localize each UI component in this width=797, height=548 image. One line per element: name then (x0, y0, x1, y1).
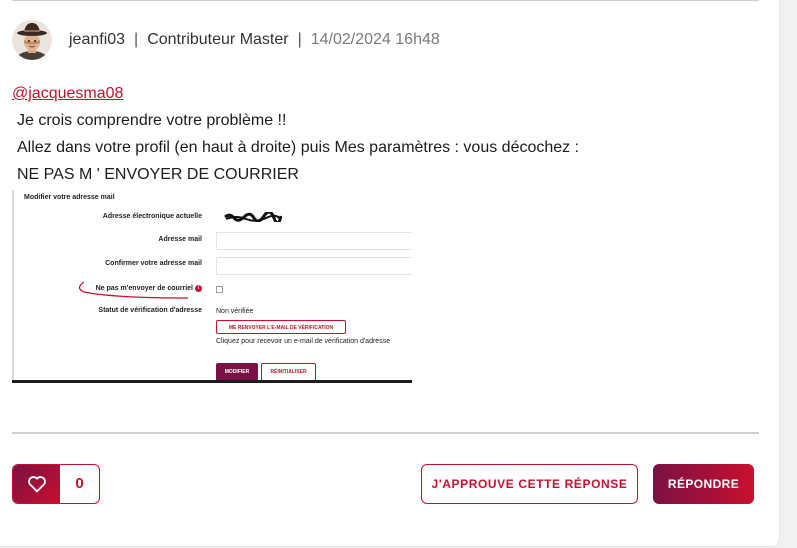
meta-separator: | (297, 31, 302, 48)
reply-button[interactable]: RÉPONDRE (653, 464, 754, 504)
email-label: Adresse mail (158, 236, 202, 243)
email-field (216, 232, 412, 250)
screenshot-left-border (12, 190, 14, 380)
post-timestamp: 14/02/2024 16h48 (310, 31, 440, 48)
heart-icon (27, 476, 46, 493)
reply-card: jeanfi03 | Contributeur Master | 14/02/2024 … (0, 0, 780, 547)
screenshot-heading: Modifier votre adresse mail (24, 194, 115, 201)
like-count: 0 (75, 475, 84, 492)
resend-help-text: Cliquez pour recevoir un e-mail de vérif… (216, 338, 391, 345)
redaction-scribble (224, 212, 282, 222)
avatar[interactable] (12, 20, 52, 60)
confirm-email-label: Confirmer votre adresse mail (105, 260, 202, 267)
actions-divider (12, 432, 759, 434)
post-line-1: Je crois comprendre votre problème !! (17, 112, 287, 129)
post-line-3: NE PAS M ' ENVOYER DE COURRIER (17, 166, 299, 183)
confirm-email-field (216, 257, 412, 275)
approve-answer-button[interactable]: J'APPROUVE CETTE RÉPONSE (421, 464, 638, 504)
like-button[interactable] (13, 465, 60, 503)
reset-button: RÉINITIALISER (261, 363, 316, 381)
screenshot-bottom-border (12, 380, 412, 383)
resend-verification-button: ME RENVOYER L'E-MAIL DE VÉRIFICATION (216, 320, 346, 334)
post-line-2: Allez dans votre profil (en haut à droit… (17, 139, 580, 156)
no-mail-checkbox (216, 286, 223, 293)
author-rank: Contributeur Master (147, 31, 289, 48)
top-divider (12, 0, 759, 1)
author-name[interactable]: jeanfi03 (69, 31, 125, 48)
verification-status-label: Statut de vérification d'adresse (98, 307, 202, 314)
modify-button: MODIFIER (216, 363, 258, 381)
post-meta: jeanfi03 | Contributeur Master | 14/02/2024 … (69, 31, 440, 49)
avatar-image (12, 20, 52, 60)
current-email-label: Adresse électronique actuelle (102, 213, 202, 220)
like-control: 0 (12, 464, 100, 504)
verification-status-value: Non vérifiée (216, 308, 254, 315)
hand-drawn-highlight (78, 281, 189, 299)
embedded-settings-screenshot: Modifier votre adresse mail Adresse élec… (12, 190, 412, 383)
meta-separator: | (134, 31, 139, 48)
info-icon: i (195, 285, 202, 292)
mention-link[interactable]: @jacquesma08 (12, 85, 123, 103)
